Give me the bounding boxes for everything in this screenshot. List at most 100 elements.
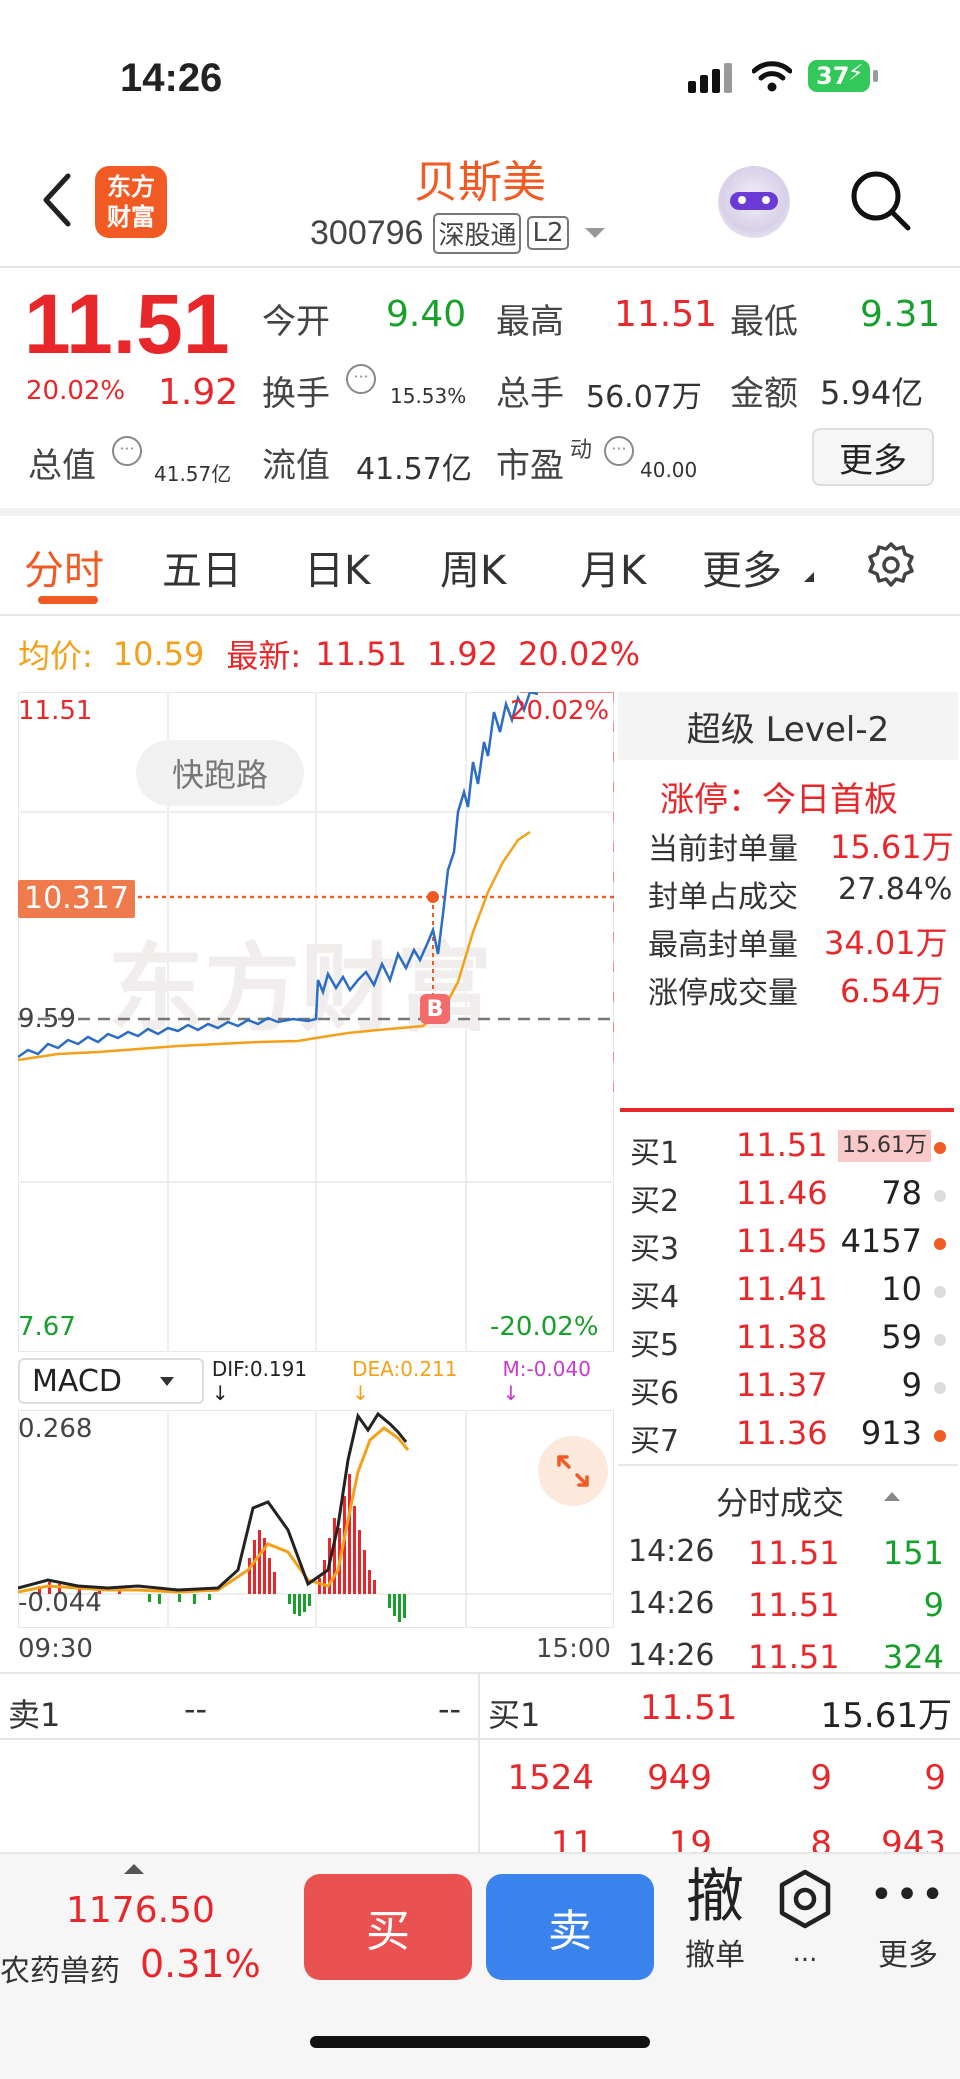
volume-value: 56.07万 [586, 380, 702, 415]
quote-panel: 11.51 20.02% 1.92 今开 9.40 最高 11.51 最低 9.… [0, 268, 960, 508]
tab-monthly-k[interactable]: 月K [580, 538, 646, 596]
queue-vertical-divider [478, 1674, 480, 1852]
stock-code-row[interactable]: 300796 深股通 L2 [310, 212, 605, 254]
queue-sell-b: -- [438, 1690, 462, 1728]
eastmoney-logo[interactable]: 东方 财富 [95, 166, 167, 238]
open-value: 9.40 [386, 294, 467, 335]
bid-book[interactable]: 买1 11.51 15.61万 买2 11.46 78 买3 11.45 415… [618, 1126, 958, 1462]
queue-cell: 9 [810, 1758, 832, 1798]
bid-volume: 59 [881, 1318, 922, 1356]
wifi-icon [752, 61, 792, 92]
bid-volume: 78 [881, 1174, 922, 1212]
low-label: 最低 [730, 302, 798, 342]
bid-label: 买5 [630, 1328, 680, 1363]
bid-dot [934, 1190, 946, 1202]
last-price: 11.51 [24, 277, 230, 371]
more-quote-button[interactable]: 更多 [812, 428, 934, 486]
level2-value-2: 34.01万 [824, 924, 948, 962]
expand-icon[interactable] [538, 1436, 608, 1506]
bid-label: 买4 [630, 1280, 680, 1315]
tick-volume: 324 [882, 1638, 944, 1676]
queue-cell: 19 [668, 1824, 712, 1852]
tick-time: 14:26 [628, 1638, 715, 1673]
macd-positive-bars [38, 1474, 376, 1594]
sell-button[interactable]: 卖 [486, 1874, 654, 1980]
bid-volume: 913 [860, 1414, 922, 1452]
shortcut-pill[interactable]: 快跑路 [136, 740, 304, 806]
charging-bolt-icon: ⚡ [848, 61, 864, 86]
queue-cell: 9 [924, 1758, 946, 1798]
level2-value-3: 6.54万 [840, 972, 944, 1010]
chart-top-pct: 20.02% [510, 696, 610, 726]
tick-trades[interactable]: 分时成交 14:26 11.51 151 14:26 11.51 9 14:26… [618, 1464, 958, 1676]
float-value: 41.57亿 [356, 452, 472, 487]
bid-label: 买3 [630, 1232, 680, 1267]
robot-avatar[interactable] [718, 166, 790, 238]
latest-label: 最新: [226, 637, 302, 675]
tab-weekly-k[interactable]: 周K [440, 538, 506, 596]
intraday-chart[interactable]: 东方财富 11.51 20.02% 快跑路 10.317 9.59 B 7.67… [18, 692, 614, 1352]
tab-daily-k[interactable]: 日K [304, 538, 370, 596]
more-label: 更多 [878, 1938, 938, 1973]
price-chart-svg: 东方财富 [18, 692, 614, 1352]
bid-dot [934, 1430, 946, 1442]
trade-shortcut-label: ... [792, 1938, 818, 1968]
bid-volume: 9 [901, 1366, 922, 1404]
settings-gear-icon[interactable] [866, 540, 916, 590]
tab-five-day[interactable]: 五日 [162, 538, 242, 596]
pe-info-icon[interactable]: ··· [604, 436, 634, 466]
buy-marker[interactable]: B [420, 994, 450, 1024]
search-icon[interactable] [848, 168, 914, 234]
period-tabs: 分时 五日 日K 周K 月K 更多 [0, 516, 960, 610]
hexagon-icon [779, 1869, 831, 1929]
trade-shortcut-button[interactable]: ... [772, 1868, 838, 1988]
change-percent: 20.02% [26, 376, 126, 406]
mktcap-info-icon[interactable]: ··· [112, 436, 142, 466]
tick-volume: 9 [923, 1586, 944, 1624]
tab-intraday[interactable]: 分时 [24, 538, 104, 596]
tick-time: 14:26 [628, 1534, 715, 1569]
sector-index-value[interactable]: 1176.50 [66, 1890, 215, 1931]
chevron-down-icon [159, 1376, 174, 1386]
float-label: 流值 [262, 446, 330, 486]
turnover-info-icon[interactable]: ··· [346, 364, 376, 394]
mktcap-value: 41.57亿 [154, 462, 232, 486]
high-label: 最高 [496, 302, 564, 342]
bid-dot [934, 1382, 946, 1394]
open-label: 今开 [262, 302, 330, 342]
sector-name[interactable]: 农药兽药 [0, 1946, 120, 1990]
latest-change: 1.92 [426, 635, 499, 673]
chart-top-price: 11.51 [18, 696, 93, 726]
high-value: 11.51 [614, 294, 718, 335]
queue-sell-label: 卖1 [8, 1696, 61, 1734]
avg-value: 10.59 [112, 635, 205, 673]
status-time: 14:26 [120, 56, 223, 100]
back-icon[interactable] [38, 170, 74, 230]
macd-chart[interactable]: 0.268 -0.044 [18, 1410, 614, 1628]
bottom-toolbar: 1176.50 农药兽药 0.31% 买 卖 撤 撤单 ... ••• 更多 [0, 1852, 960, 2079]
baseline-price: 9.59 [18, 1004, 76, 1034]
level2-label-1: 封单占成交 [648, 880, 798, 915]
sz-connect-badge: 深股通 [433, 212, 522, 254]
level2-panel[interactable]: 超级 Level-2 涨停：今日首板 当前封单量 15.61万 封单占成交 27… [618, 692, 958, 1112]
turnover-label: 换手 [262, 374, 330, 414]
bid-label: 买7 [630, 1424, 680, 1459]
tick-volume: 151 [882, 1534, 944, 1572]
macd-selector[interactable]: MACD [18, 1358, 204, 1404]
sector-pct[interactable]: 0.31% [140, 1942, 261, 1986]
tab-more[interactable]: 更多 [702, 538, 782, 596]
index-up-arrow-icon [124, 1864, 144, 1874]
stock-name[interactable]: 贝斯美 [300, 146, 660, 210]
latest-value: 11.51 [315, 635, 407, 673]
macd-top-value: 0.268 [18, 1414, 93, 1444]
order-queue[interactable]: 卖1 -- -- 买1 11.51 15.61万 1524 949 9 9 11… [0, 1674, 960, 1852]
bid-dot [934, 1286, 946, 1298]
bid-volume: 10 [881, 1270, 922, 1308]
buy-button[interactable]: 买 [304, 1874, 472, 1980]
queue-buy-volume: 15.61万 [820, 1696, 952, 1736]
more-button[interactable]: ••• 更多 [868, 1868, 948, 1988]
cancel-order-button[interactable]: 撤 撤单 [672, 1862, 758, 1986]
l2-badge: L2 [527, 216, 569, 250]
queue-buy-price: 11.51 [640, 1688, 738, 1728]
queue-cell: 949 [647, 1758, 712, 1798]
